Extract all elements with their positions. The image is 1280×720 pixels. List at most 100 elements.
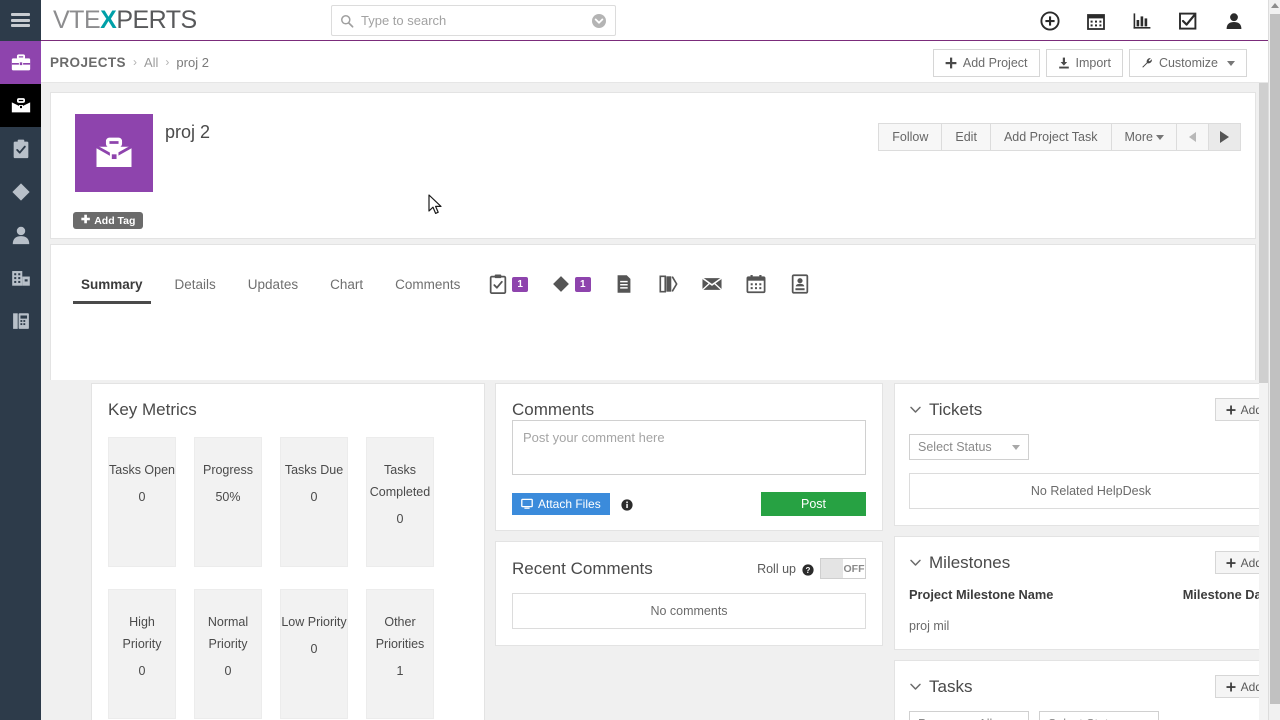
tasks-status-select[interactable]: Select Status xyxy=(1039,711,1159,720)
toggle-knob xyxy=(821,559,843,578)
rollup-toggle[interactable]: OFF xyxy=(820,558,866,579)
no-comments-box: No comments xyxy=(512,593,866,629)
tab-comments[interactable]: Comments xyxy=(379,277,476,304)
customize-label: Customize xyxy=(1159,56,1218,70)
hamburger-menu-icon[interactable] xyxy=(0,0,41,41)
content-area: proj 2 ✚ Add Tag Follow Edit Add Project… xyxy=(41,83,1268,720)
global-search[interactable] xyxy=(331,5,616,36)
tab-icon-quotes[interactable] xyxy=(646,273,690,295)
breadcrumb: PROJECTS › All › proj 2 xyxy=(50,55,209,70)
metric-tasks-due: Tasks Due 0 xyxy=(280,437,348,567)
breadcrumb-root[interactable]: PROJECTS xyxy=(50,55,126,70)
chevron-down-icon[interactable] xyxy=(909,556,922,569)
edit-button[interactable]: Edit xyxy=(941,123,991,151)
document-icon xyxy=(613,273,635,295)
tab-updates[interactable]: Updates xyxy=(232,277,314,304)
plus-circle-icon[interactable] xyxy=(1040,11,1060,31)
metric-normal-priority: Normal Priority 0 xyxy=(194,589,262,719)
user-icon[interactable] xyxy=(1224,11,1244,31)
tab-summary[interactable]: Summary xyxy=(65,277,159,304)
key-metrics-title: Key Metrics xyxy=(92,384,484,420)
content-scrollbar[interactable] xyxy=(1259,83,1268,720)
diamond-icon xyxy=(550,273,572,295)
tab-details[interactable]: Details xyxy=(159,277,232,304)
breadcrumb-all[interactable]: All xyxy=(144,55,158,70)
milestone-col-name: Project Milestone Name xyxy=(909,587,1053,602)
tasks-body: Progress - All Select Status xyxy=(895,698,1268,720)
sidebar-item-contacts[interactable] xyxy=(0,213,41,256)
comment-textarea[interactable] xyxy=(512,420,866,475)
sidebar-item-portfolio[interactable] xyxy=(0,84,41,127)
briefcase-alt-icon xyxy=(10,95,32,117)
sidebar-item-calls[interactable] xyxy=(0,299,41,342)
browser-scrollbar-thumb[interactable] xyxy=(1270,14,1280,704)
content-scrollbar-thumb[interactable] xyxy=(1259,83,1268,383)
breadcrumb-separator: › xyxy=(133,55,137,69)
chevron-down-icon xyxy=(1227,61,1235,66)
more-label: More xyxy=(1125,130,1153,144)
calendar-icon[interactable] xyxy=(1086,11,1106,31)
question-circle-icon[interactable]: ? xyxy=(802,563,814,575)
import-button[interactable]: Import xyxy=(1046,49,1123,77)
tab-chart[interactable]: Chart xyxy=(314,277,379,304)
add-project-button[interactable]: Add Project xyxy=(933,49,1040,77)
chevron-down-icon[interactable] xyxy=(909,403,922,416)
tab-icon-documents[interactable] xyxy=(602,273,646,295)
app-logo[interactable]: VTEXPERTS xyxy=(53,6,197,35)
add-project-task-button[interactable]: Add Project Task xyxy=(990,123,1112,151)
briefcase-icon xyxy=(10,52,32,74)
sidebar-item-projects[interactable] xyxy=(0,41,41,84)
chevron-left-icon xyxy=(1189,132,1196,142)
bar-chart-icon[interactable] xyxy=(1132,11,1152,31)
tickets-status-select[interactable]: Select Status xyxy=(909,434,1029,460)
add-tag-button[interactable]: ✚ Add Tag xyxy=(73,212,143,229)
wrench-icon xyxy=(1141,57,1153,69)
post-comment-button[interactable]: Post xyxy=(761,492,866,516)
metric-label: Tasks Due xyxy=(285,460,343,482)
customize-button[interactable]: Customize xyxy=(1129,49,1247,77)
sidebar-item-tasks[interactable] xyxy=(0,127,41,170)
chevron-circle-down-icon[interactable] xyxy=(591,13,607,29)
follow-button[interactable]: Follow xyxy=(878,123,942,151)
tab-icon-calendar[interactable] xyxy=(734,273,778,295)
chevron-right-icon xyxy=(1220,131,1229,143)
app-root: VTEXPERTS xyxy=(0,0,1280,720)
tab-icon-opportunities[interactable]: 1 xyxy=(539,273,602,295)
next-record-button[interactable] xyxy=(1208,123,1241,151)
comments-title: Comments xyxy=(496,384,882,420)
sidebar-item-opportunities[interactable] xyxy=(0,170,41,213)
tab-icon-emails[interactable] xyxy=(690,273,734,295)
breadcrumb-current: proj 2 xyxy=(176,55,209,70)
building-icon xyxy=(10,267,32,289)
tabs-card: Summary Details Updates Chart Comments 1… xyxy=(50,244,1256,380)
tab-icon-contacts[interactable] xyxy=(778,273,822,295)
tab-icon-tasks[interactable]: 1 xyxy=(476,273,539,295)
project-header-card: proj 2 ✚ Add Tag Follow Edit Add Project… xyxy=(50,92,1256,239)
prev-record-button[interactable] xyxy=(1176,123,1209,151)
tasks-progress-select[interactable]: Progress - All xyxy=(909,711,1029,720)
milestones-header: Milestones Add xyxy=(895,537,1268,574)
milestone-name: proj mil xyxy=(909,619,949,633)
browser-scrollbar[interactable] xyxy=(1268,0,1280,720)
sidebar-item-organizations[interactable] xyxy=(0,256,41,299)
tickets-header: Tickets Add xyxy=(895,384,1268,421)
info-circle-icon[interactable] xyxy=(621,498,633,510)
tickets-widget: Tickets Add Select Status No Related Hel… xyxy=(894,383,1268,526)
project-action-group: Follow Edit Add Project Task More xyxy=(879,123,1178,151)
metric-tasks-completed: Tasks Completed 0 xyxy=(366,437,434,567)
tickets-status-value: Select Status xyxy=(918,440,992,454)
metric-other-priorities: Other Priorities 1 xyxy=(366,589,434,719)
more-button[interactable]: More xyxy=(1111,123,1178,151)
checkbox-icon[interactable] xyxy=(1178,11,1198,31)
tasks-title: Tasks xyxy=(929,677,972,697)
logo-perts: PERTS xyxy=(116,6,196,34)
contact-card-icon xyxy=(789,273,811,295)
tasks-filters: Progress - All Select Status xyxy=(909,711,1268,720)
attach-files-button[interactable]: Attach Files xyxy=(512,493,610,515)
scroll-up-arrow-icon[interactable] xyxy=(1271,3,1279,8)
chevron-down-icon[interactable] xyxy=(909,680,922,693)
plus-icon xyxy=(1226,405,1236,415)
chevron-down-icon xyxy=(1156,135,1164,140)
table-row[interactable]: proj mil xyxy=(909,602,1268,633)
search-input[interactable] xyxy=(361,13,591,28)
